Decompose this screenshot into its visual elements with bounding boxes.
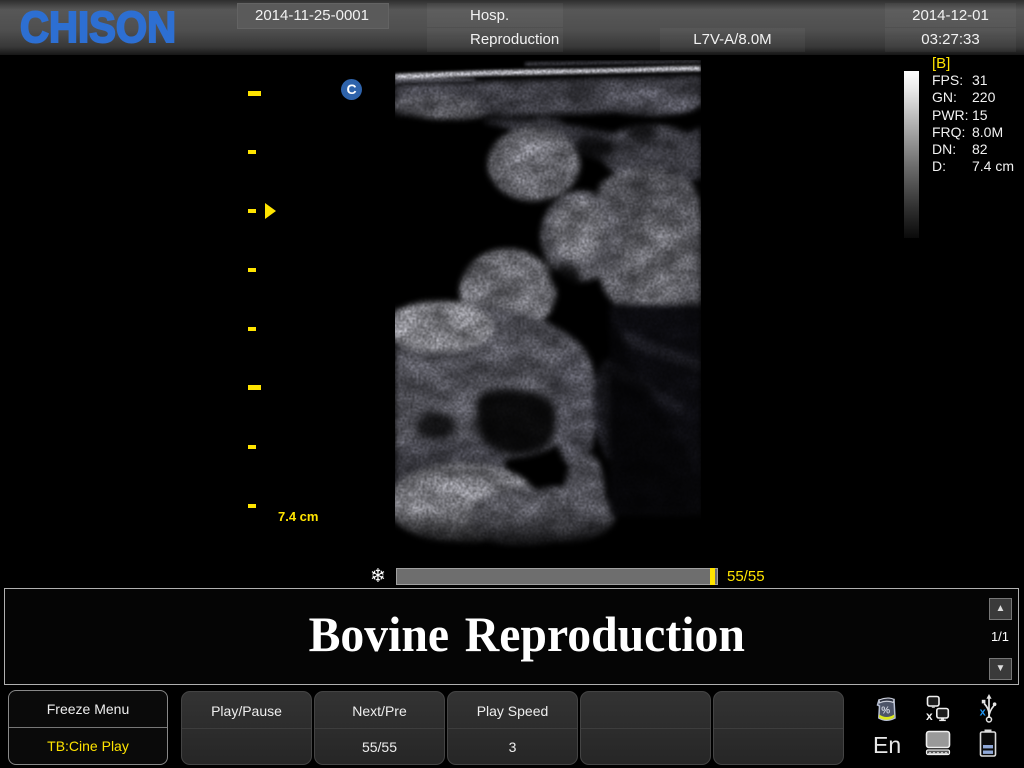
svg-text:x: x <box>980 707 987 719</box>
svg-text:%: % <box>881 706 890 717</box>
svg-text:x: x <box>926 709 933 722</box>
